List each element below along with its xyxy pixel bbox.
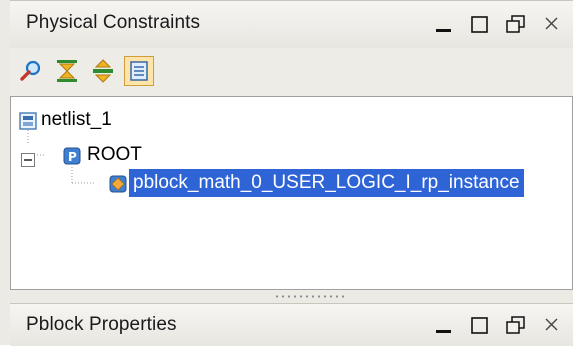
collapse-toggle-icon[interactable] bbox=[21, 148, 35, 167]
pblock-instance-icon bbox=[109, 174, 127, 193]
tree-item-label: ROOT bbox=[87, 144, 142, 165]
collapse-all-icon[interactable] bbox=[52, 56, 82, 86]
pblock-icon: P bbox=[63, 146, 81, 165]
minimize-icon[interactable] bbox=[433, 314, 455, 336]
window-frame: Physical Constraints netlist_1 P ROOT pb… bbox=[0, 0, 573, 346]
search-icon[interactable] bbox=[16, 56, 46, 86]
svg-text:P: P bbox=[68, 150, 77, 164]
properties-icon[interactable] bbox=[124, 56, 154, 86]
minimize-icon[interactable] bbox=[433, 13, 455, 35]
panel-title: Pblock Properties bbox=[26, 314, 177, 335]
tree-item-label: netlist_1 bbox=[41, 109, 112, 130]
tree-item-label-selected: pblock_math_0_USER_LOGIC_I_rp_instance bbox=[129, 169, 524, 197]
constraints-tree: netlist_1 P ROOT pblock_math_0_USER_LOGI… bbox=[10, 96, 573, 290]
pblock-properties-titlebar: Pblock Properties bbox=[10, 303, 573, 346]
window-controls bbox=[423, 304, 573, 346]
splitter-grip-icon[interactable] bbox=[274, 295, 344, 298]
close-icon[interactable] bbox=[541, 13, 563, 35]
maximize-icon[interactable] bbox=[469, 314, 491, 336]
netlist-icon bbox=[19, 111, 37, 130]
restore-icon[interactable] bbox=[505, 13, 527, 35]
close-icon[interactable] bbox=[541, 314, 563, 336]
panel-splitter[interactable] bbox=[10, 290, 573, 303]
window-controls bbox=[423, 1, 573, 49]
panel-title: Physical Constraints bbox=[26, 12, 201, 33]
restore-icon[interactable] bbox=[505, 314, 527, 336]
expand-all-icon[interactable] bbox=[88, 56, 118, 86]
toolbar bbox=[10, 48, 573, 96]
maximize-icon[interactable] bbox=[469, 13, 491, 35]
physical-constraints-titlebar: Physical Constraints bbox=[10, 0, 573, 49]
